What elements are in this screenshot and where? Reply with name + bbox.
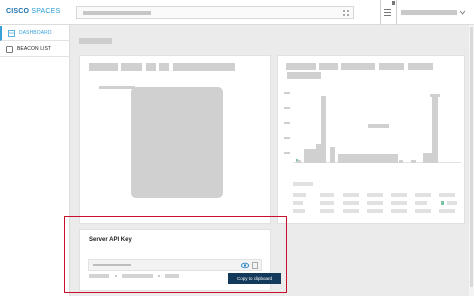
redacted-text bbox=[89, 63, 118, 71]
redacted-text bbox=[173, 63, 235, 71]
redacted-tick bbox=[284, 137, 290, 139]
chart-annotation-redacted bbox=[368, 124, 389, 128]
chart-bar bbox=[423, 153, 432, 163]
dashboard-icon bbox=[8, 30, 15, 37]
redacted-text bbox=[319, 63, 338, 70]
beacon-icon bbox=[6, 46, 13, 53]
chart-bar bbox=[321, 96, 326, 163]
redacted-text bbox=[159, 63, 169, 71]
stats-card bbox=[277, 55, 465, 224]
redacted-text bbox=[447, 201, 457, 205]
redacted-text bbox=[99, 86, 135, 89]
redacted-text bbox=[343, 193, 359, 197]
top-bar: CISCO SPACES bbox=[0, 0, 474, 25]
search-input[interactable] bbox=[76, 6, 354, 19]
scrollbar-thumb[interactable] bbox=[470, 27, 473, 287]
redacted-text bbox=[439, 209, 455, 213]
chart-bar bbox=[330, 147, 335, 163]
redacted-tick bbox=[284, 152, 290, 154]
redacted-text bbox=[121, 63, 142, 71]
redacted-text bbox=[287, 72, 321, 79]
chart-bar bbox=[338, 154, 398, 163]
redacted-text bbox=[367, 209, 383, 213]
redacted-text bbox=[293, 209, 305, 213]
redacted-text bbox=[439, 193, 455, 197]
sidebar-item-label: BEACON LIST bbox=[17, 46, 52, 52]
redacted-text bbox=[320, 201, 334, 205]
highlight-frame bbox=[64, 216, 287, 293]
redacted-text bbox=[320, 193, 334, 197]
redacted-text bbox=[391, 209, 407, 213]
chart-bar bbox=[304, 149, 316, 163]
redacted-text bbox=[343, 209, 359, 213]
redacted-text bbox=[293, 193, 306, 197]
sidebar: DASHBOARD BEACON LIST bbox=[0, 25, 70, 296]
redacted-text bbox=[343, 201, 359, 205]
redacted-tick bbox=[284, 122, 290, 124]
chevron-down-icon[interactable] bbox=[460, 10, 465, 15]
redacted-text bbox=[146, 63, 156, 71]
redacted-text bbox=[379, 63, 404, 70]
divider bbox=[380, 0, 381, 25]
redacted-tick bbox=[284, 107, 290, 109]
chart-bar bbox=[432, 96, 438, 163]
chart-label-redacted bbox=[430, 94, 440, 97]
logo-word-spaces: SPACES bbox=[31, 8, 61, 15]
redacted-text bbox=[286, 63, 316, 70]
redacted-text bbox=[293, 201, 303, 205]
status-dot bbox=[441, 201, 444, 205]
redacted-text bbox=[367, 201, 383, 205]
redacted-text bbox=[391, 193, 407, 197]
redacted-text bbox=[415, 209, 431, 213]
chart-bar bbox=[316, 144, 321, 163]
sidebar-item-dashboard[interactable]: DASHBOARD bbox=[0, 26, 70, 41]
redacted-text bbox=[320, 209, 334, 213]
chart-bar bbox=[411, 160, 416, 163]
chart-bar bbox=[399, 160, 403, 163]
logo-word-cisco: CISCO bbox=[6, 8, 30, 15]
scrollbar[interactable] bbox=[469, 25, 474, 296]
sidebar-item-label: DASHBOARD bbox=[19, 30, 52, 36]
redacted-text bbox=[367, 193, 383, 197]
app-logo[interactable]: CISCO SPACES bbox=[6, 8, 60, 15]
venue-card bbox=[79, 55, 271, 224]
menu-icon[interactable] bbox=[384, 8, 391, 16]
sidebar-item-beacon-list[interactable]: BEACON LIST bbox=[0, 42, 70, 57]
redacted-tick bbox=[284, 92, 290, 94]
redacted-text bbox=[391, 201, 407, 205]
redacted-text bbox=[408, 63, 433, 70]
redacted-text bbox=[293, 182, 313, 186]
divider bbox=[396, 0, 397, 25]
grid-icon[interactable] bbox=[343, 10, 349, 16]
search-placeholder-redacted bbox=[83, 11, 151, 15]
page-title-redacted bbox=[79, 38, 112, 44]
user-name-redacted[interactable] bbox=[401, 10, 457, 15]
notification-indicator bbox=[392, 1, 395, 5]
y-axis-ticks bbox=[284, 92, 290, 154]
redacted-text bbox=[341, 63, 375, 70]
chart-marker bbox=[296, 159, 298, 161]
bar-chart bbox=[284, 92, 461, 163]
venue-image bbox=[131, 87, 223, 198]
redacted-text bbox=[415, 201, 427, 205]
redacted-text bbox=[415, 193, 431, 197]
